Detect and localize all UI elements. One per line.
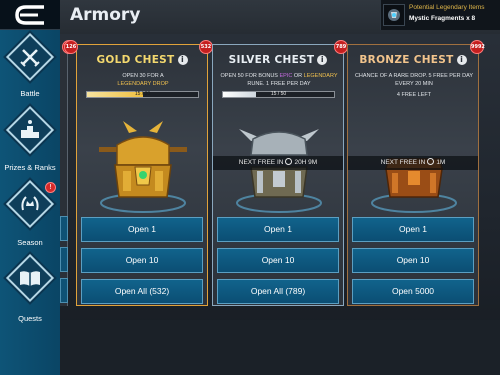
silver-open-all-button[interactable]: Open All (789): [217, 279, 339, 304]
gold-open-all-button[interactable]: Open All (532): [81, 279, 203, 304]
sidebar-item-prizes[interactable]: Prizes & Ranks: [0, 105, 60, 175]
chest-description: CHANCE OF A RARE DROP. 5 FREE PER DAY EV…: [352, 72, 476, 99]
desc-part: OPEN 50 FOR BONUS: [220, 73, 280, 79]
notification-subtitle: Mystic Fragments x 8: [409, 15, 476, 22]
progress-bar: 15 / 30: [86, 91, 199, 98]
chest-title-text: GOLD CHEST: [96, 54, 175, 66]
crossed-swords-icon: [20, 49, 40, 67]
podium-icon: [21, 120, 39, 138]
partial-button[interactable]: [60, 247, 68, 272]
chest-description: OPEN 30 FOR A LEGENDARY DROP: [81, 72, 205, 88]
silver-chest-card[interactable]: SILVER CHEST i OPEN 50 FOR BONUS EPIC OR …: [212, 44, 344, 306]
bronze-open-5000-button[interactable]: Open 5000: [352, 279, 474, 304]
free-timer: NEXT FREE IN 20H 9M: [213, 156, 343, 170]
gold-chest-icon: [99, 121, 187, 213]
silver-open-10-button[interactable]: Open 10: [217, 248, 339, 273]
free-timer: NEXT FREE IN 1M: [348, 156, 478, 170]
progress-bar: 15 / 50: [222, 91, 335, 98]
clock-icon: [285, 158, 293, 165]
partial-button[interactable]: [60, 278, 68, 303]
free-left-text: 4 FREE LEFT: [396, 92, 432, 98]
info-icon[interactable]: i: [317, 55, 328, 65]
bronze-count-badge: 9992: [470, 40, 485, 54]
description-line: CHANCE OF A RARE DROP. 5 FREE PER DAY: [354, 73, 474, 79]
chest-title: SILVER CHEST i: [213, 54, 343, 66]
gold-left-badge: 126: [64, 40, 78, 54]
sidebar-item-label: Battle: [20, 89, 40, 98]
timer-value: 1M: [436, 159, 446, 166]
description-line: LEGENDARY DROP: [117, 81, 169, 87]
progress-text: 15 / 30: [134, 91, 151, 97]
desc-part: OR: [292, 73, 304, 79]
timer-label: NEXT FREE IN: [238, 159, 284, 166]
info-icon[interactable]: i: [177, 55, 188, 65]
bronze-chest-card[interactable]: BRONZE CHEST i CHANCE OF A RARE DROP. 5 F…: [347, 44, 479, 306]
gold-count-badge: 532: [199, 40, 213, 54]
gold-chest-card[interactable]: GOLD CHEST i OPEN 30 FOR A LEGENDARY DROP…: [76, 44, 208, 306]
desc-legendary: LEGENDARY: [303, 73, 338, 79]
gold-open-10-button[interactable]: Open 10: [81, 248, 203, 273]
partial-button[interactable]: [60, 216, 68, 241]
desc-epic: EPIC: [279, 73, 293, 79]
laurel-crown-icon: [21, 196, 39, 211]
fragment-icon: [383, 4, 405, 26]
silver-count-badge: 789: [334, 40, 348, 54]
timer-label: NEXT FREE IN: [380, 159, 426, 166]
sidebar-item-quests[interactable]: Quests: [0, 253, 60, 323]
sidebar-item-battle[interactable]: Battle: [0, 32, 60, 102]
chest-title: GOLD CHEST i: [77, 54, 207, 66]
chest-description: OPEN 50 FOR BONUS EPIC OR LEGENDARY RUNE…: [217, 72, 341, 88]
description-line: OPEN 30 FOR A: [122, 73, 164, 79]
back-arrow-icon: [15, 5, 44, 25]
gold-open-1-button[interactable]: Open 1: [81, 217, 203, 242]
sidebar-item-label: Prizes & Ranks: [4, 163, 56, 172]
sidebar-item-label: Season: [17, 238, 43, 247]
chest-title-text: SILVER CHEST: [228, 54, 315, 66]
chest-title: BRONZE CHEST i: [348, 54, 478, 66]
bronze-open-10-button[interactable]: Open 10: [352, 248, 474, 273]
progress-text: 15 / 50: [270, 91, 287, 97]
description-line: RUNE. 1 FREE PER DAY: [247, 81, 311, 87]
bronze-open-1-button[interactable]: Open 1: [352, 217, 474, 242]
back-button[interactable]: [0, 0, 60, 30]
info-icon[interactable]: i: [456, 55, 467, 65]
timer-value: 20H 9M: [294, 159, 318, 166]
description-line: EVERY 20 MIN: [395, 81, 433, 87]
season-alert-badge: !: [45, 182, 56, 193]
open-book-icon: [20, 271, 40, 286]
sidebar-item-label: Quests: [18, 314, 42, 323]
page-title: Armory: [70, 5, 141, 25]
silver-open-1-button[interactable]: Open 1: [217, 217, 339, 242]
notification-title: Potential Legendary Items: [409, 4, 485, 11]
chest-title-text: BRONZE CHEST: [359, 54, 454, 66]
description-line: OPEN 50 FOR BONUS EPIC OR LEGENDARY: [217, 72, 341, 80]
clock-icon: [427, 158, 435, 165]
